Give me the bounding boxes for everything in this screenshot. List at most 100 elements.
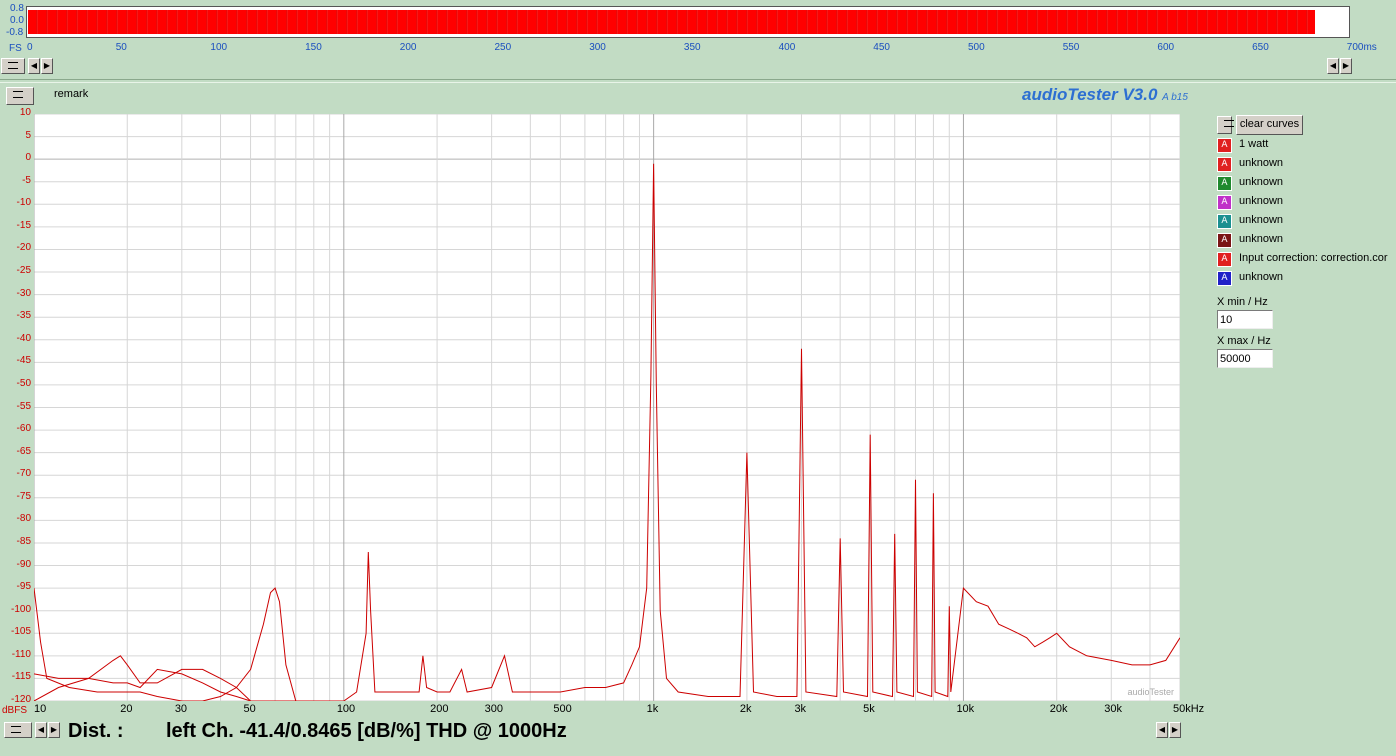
y-tick-label: -90 [16, 558, 31, 570]
y-tick-label: -25 [16, 265, 31, 277]
legend-label: unknown [1239, 157, 1284, 169]
x-tick-label: 2k [739, 703, 752, 715]
y-tick-label: -35 [16, 310, 31, 322]
y-tick-label: -55 [16, 400, 31, 412]
y-tick-label: -70 [16, 468, 31, 480]
curve-a-icon[interactable]: A [1217, 138, 1232, 153]
bottom-spinner[interactable] [4, 722, 32, 738]
y-axis-labels: 10 5 0 -5 -10 -15 -20 -25 -30 -35 -40 -45 -50 -55 -60 -… [0, 0, 34, 756]
wave-time-tick: 400 [778, 42, 796, 53]
curve-a-icon[interactable]: A [1217, 176, 1232, 191]
x-tick-label: 30k [1104, 703, 1123, 715]
x-tick-label: 10k [956, 703, 975, 715]
wave-time-tick: 100 [210, 42, 228, 53]
y-tick-label: -65 [16, 445, 31, 457]
x-tick-label: 3k [794, 703, 807, 715]
waveform-time-axis: 0 50 100 150 200 250 300 350 400 450 500 550 600 650 7… [0, 42, 1396, 56]
curve-a-icon[interactable]: A [1217, 157, 1232, 172]
curve-a-icon[interactable]: A [1217, 271, 1232, 286]
waveform-display[interactable] [26, 6, 1350, 38]
wave-time-tick: 550 [1062, 42, 1080, 53]
legend-label: unknown [1239, 176, 1284, 188]
curve-a-icon[interactable]: A [1217, 252, 1232, 267]
clear-curves-button[interactable]: clear curves [1236, 115, 1303, 135]
waveform-signal [28, 10, 1315, 34]
legend-label: unknown [1239, 195, 1284, 207]
y-tick-label: -95 [16, 581, 31, 593]
legend-label: unknown [1239, 271, 1284, 283]
legend-spinner[interactable] [1217, 116, 1234, 134]
bottom-scroll-right-button[interactable]: ▶ [48, 722, 60, 738]
xmax-input[interactable] [1217, 349, 1273, 368]
y-tick-label: -40 [16, 332, 31, 344]
y-tick-label: 0 [25, 152, 31, 164]
curve-a-icon[interactable]: A [1217, 195, 1232, 210]
x-tick-label: 500 [553, 703, 572, 715]
x-tick-label: 100 [336, 703, 356, 715]
x-tick-label: 50 [243, 703, 256, 715]
divider [0, 79, 1396, 83]
wave-end-left-button[interactable]: ◀ [1327, 58, 1339, 74]
app-version: A b15 [1162, 92, 1188, 103]
legend-label: unknown [1239, 233, 1284, 245]
bottom-end-left-button[interactable]: ◀ [1156, 722, 1168, 738]
legend-label: unknown [1239, 214, 1284, 226]
curve-a-icon[interactable]: A [1217, 214, 1232, 229]
remark-label: remark [54, 88, 89, 100]
x-tick-label: 20k [1049, 703, 1068, 715]
y-tick-label: -105 [10, 626, 31, 638]
x-tick-label: 300 [484, 703, 503, 715]
wave-time-tick: 700ms [1346, 42, 1377, 53]
wave-time-tick: 650 [1252, 42, 1269, 53]
y-tick-label: -10 [16, 197, 31, 209]
y-tick-label: -45 [16, 355, 31, 367]
legend-label: Input correction: correction.cor [1239, 252, 1388, 264]
y-tick-label: -100 [10, 603, 31, 615]
wave-scroll-right-button[interactable]: ▶ [41, 58, 53, 74]
wave-time-tick: 200 [399, 42, 417, 53]
x-tick-label: 20 [120, 703, 133, 715]
dist-readout: left Ch. -41.4/0.8465 [dB/%] THD @ 1000H… [166, 720, 567, 742]
y-tick-label: -80 [16, 513, 31, 525]
wave-time-tick: 450 [873, 42, 890, 53]
x-tick-label: 5k [863, 703, 875, 715]
wave-time-tick: 500 [968, 42, 985, 53]
y-tick-label: -75 [16, 490, 31, 502]
wave-time-tick: 50 [115, 42, 127, 53]
y-tick-label: 5 [25, 129, 31, 141]
bottom-end-right-button[interactable]: ▶ [1169, 722, 1181, 738]
wave-time-tick: 250 [494, 42, 512, 53]
wave-time-tick: 150 [305, 42, 322, 53]
wave-time-tick: 300 [589, 42, 606, 53]
xmin-input[interactable] [1217, 310, 1273, 329]
y-tick-label: -60 [16, 423, 31, 435]
y-tick-label: 10 [19, 107, 31, 118]
dist-label: Dist. : [68, 720, 124, 742]
y-tick-label: -110 [11, 648, 31, 660]
y-tick-label: -15 [16, 219, 31, 231]
xmax-label: X max / Hz [1217, 335, 1271, 347]
x-axis-labels: 10 20 30 50 100 200 300 500 1k 2k 3k 5k 10k 20k 30k 50k… [0, 703, 1396, 719]
y-tick-label: -30 [16, 287, 31, 299]
x-tick-label: 50kHz [1173, 703, 1205, 715]
spectrum-plot[interactable]: audioTester [34, 114, 1180, 701]
wave-time-tick: 350 [683, 42, 701, 53]
y-tick-label: -85 [16, 535, 31, 547]
y-tick-label: -115 [11, 671, 31, 683]
app-title: audioTester V3.0 A b15 [1022, 85, 1188, 105]
wave-time-tick: 600 [1157, 42, 1175, 53]
x-tick-label: 10 [34, 703, 47, 715]
y-tick-label: -5 [22, 174, 31, 186]
app-title-text: audioTester V3.0 [1022, 85, 1158, 104]
wave-end-right-button[interactable]: ▶ [1340, 58, 1352, 74]
y-tick-label: -50 [16, 377, 31, 389]
curve-a-icon[interactable]: A [1217, 233, 1232, 248]
y-tick-label: -20 [16, 242, 31, 254]
xmin-label: X min / Hz [1217, 296, 1268, 308]
x-tick-label: 1k [646, 703, 659, 715]
bottom-scroll-left-button[interactable]: ◀ [35, 722, 47, 738]
legend-label: 1 watt [1239, 138, 1269, 150]
x-tick-label: 30 [174, 703, 188, 715]
x-tick-label: 200 [430, 703, 449, 715]
plot-watermark: audioTester [1127, 687, 1174, 697]
